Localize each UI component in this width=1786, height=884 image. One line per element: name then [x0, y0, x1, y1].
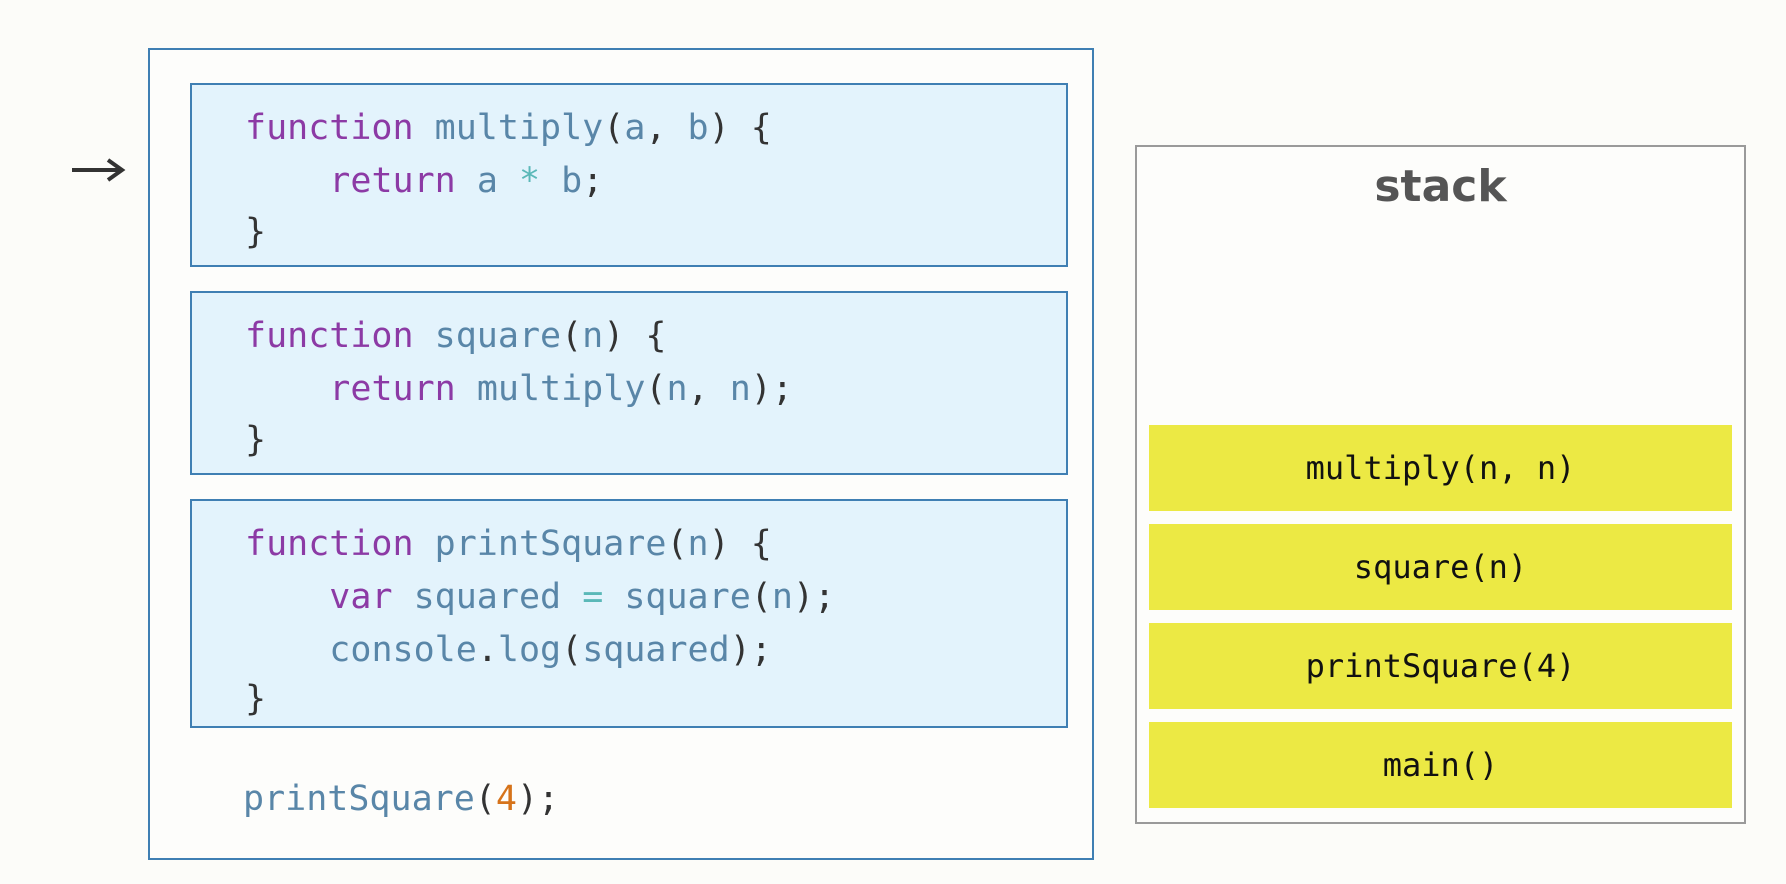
code-token: n: [687, 524, 709, 564]
code-token: );: [729, 630, 772, 670]
code-token: (: [603, 108, 625, 148]
call-statement: printSquare(4);: [243, 778, 559, 820]
code-token: (: [666, 524, 688, 564]
code-panel: function multiply(a, b) { return a * b; …: [148, 48, 1094, 860]
code-token: ;: [582, 161, 604, 201]
function-block-square: function square(n) { return multiply(n, …: [190, 291, 1068, 475]
code-token: a: [476, 161, 498, 201]
code-token: );: [516, 779, 560, 819]
code-token: (: [561, 630, 583, 670]
code-line: function printSquare(n) {: [245, 523, 772, 565]
code-token: function: [245, 524, 414, 564]
code-token: }: [245, 679, 267, 719]
code-token: ,: [687, 369, 730, 409]
code-token: multiply: [434, 108, 604, 148]
function-block-printSquare: function printSquare(n) { var squared = …: [190, 499, 1068, 728]
stack-frame: main(): [1149, 722, 1732, 808]
code-token: *: [518, 161, 541, 201]
stack-frame: printSquare(4): [1149, 623, 1732, 709]
code-token: log: [497, 630, 562, 670]
code-token: n: [729, 369, 751, 409]
code-token: b: [687, 108, 709, 148]
function-block-multiply: function multiply(a, b) { return a * b; …: [190, 83, 1068, 267]
stack-frame: square(n): [1149, 524, 1732, 610]
code-token: var: [329, 577, 393, 617]
code-token: function: [245, 316, 414, 356]
code-line: }: [245, 211, 266, 253]
stack-frame: multiply(n, n): [1149, 425, 1732, 511]
code-token: printSquare: [434, 524, 667, 564]
code-token: a: [624, 108, 646, 148]
code-line: return multiply(n, n);: [245, 368, 793, 410]
code-token: }: [245, 420, 267, 460]
code-token: ,: [645, 108, 688, 148]
code-token: multiply: [476, 369, 646, 409]
code-line: console.log(squared);: [245, 629, 772, 671]
code-token: =: [582, 577, 604, 617]
stack-title: stack: [1374, 161, 1507, 212]
code-token: b: [561, 161, 583, 201]
code-token: (: [750, 577, 772, 617]
code-token: ) {: [603, 316, 667, 356]
code-token: );: [750, 369, 793, 409]
code-line: function square(n) {: [245, 315, 666, 357]
code-token: ) {: [708, 108, 772, 148]
code-token: return: [329, 161, 456, 201]
code-line: return a * b;: [245, 160, 603, 202]
call-stack-panel: stack multiply(n, n) square(n) printSqua…: [1135, 145, 1746, 824]
current-line-arrow-icon: [72, 158, 126, 182]
code-line: }: [245, 678, 266, 720]
code-token: .: [476, 630, 498, 670]
code-token: return: [329, 369, 456, 409]
code-token: square: [624, 577, 751, 617]
code-token: ) {: [708, 524, 772, 564]
code-token: (: [474, 779, 496, 819]
code-token: n: [582, 316, 604, 356]
code-token: n: [666, 369, 688, 409]
code-token: printSquare: [243, 779, 475, 819]
code-token: squared: [413, 577, 562, 617]
code-token: );: [792, 577, 836, 617]
code-line: }: [245, 419, 266, 461]
code-token: 4: [495, 779, 517, 819]
code-line: var squared = square(n);: [245, 576, 835, 618]
code-token: squared: [582, 630, 730, 670]
code-line: function multiply(a, b) {: [245, 107, 772, 149]
stack-frames: multiply(n, n) square(n) printSquare(4) …: [1149, 425, 1732, 821]
code-token: n: [771, 577, 793, 617]
code-token: }: [245, 212, 267, 252]
code-token: (: [645, 369, 667, 409]
code-token: square: [434, 316, 562, 356]
code-token: function: [245, 108, 414, 148]
code-token: console: [329, 630, 477, 670]
code-token: (: [561, 316, 583, 356]
